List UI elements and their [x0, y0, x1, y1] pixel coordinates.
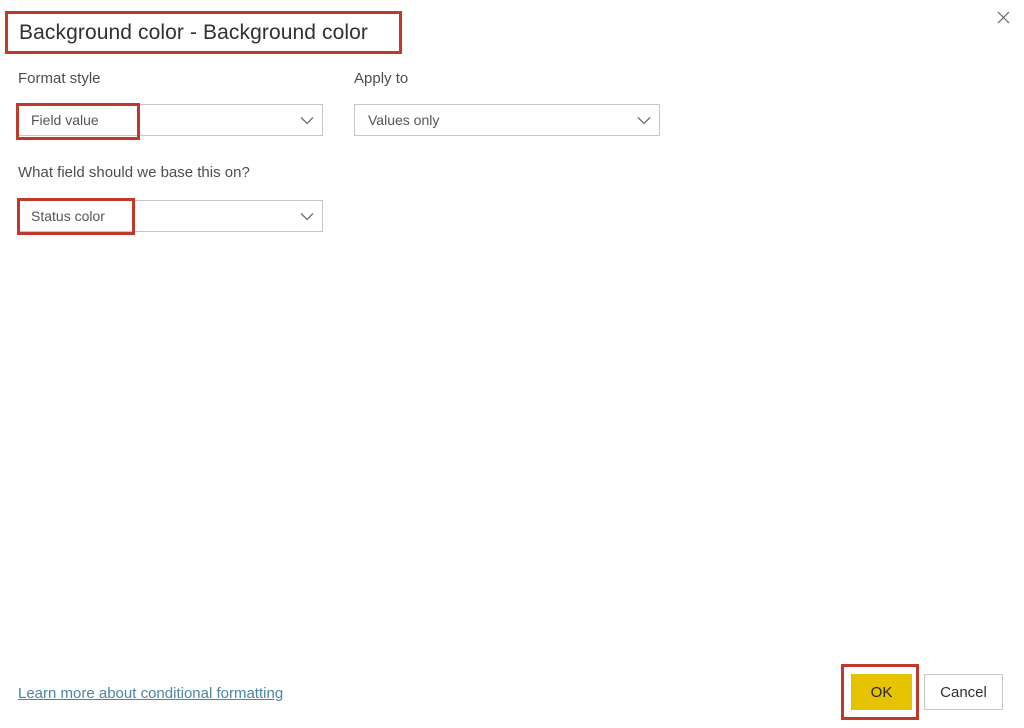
chevron-down-icon: [292, 116, 322, 125]
base-field-value: Status color: [31, 208, 105, 224]
apply-to-label: Apply to: [354, 70, 409, 87]
ok-button[interactable]: OK: [851, 674, 912, 710]
apply-to-select[interactable]: Values only: [354, 104, 660, 136]
page-title: Background color - Background color: [5, 11, 402, 54]
conditional-formatting-dialog: Background color - Background color Form…: [0, 0, 1024, 728]
format-style-label: Format style: [18, 70, 101, 87]
learn-more-link[interactable]: Learn more about conditional formatting: [18, 685, 283, 702]
close-button[interactable]: [986, 2, 1020, 32]
apply-to-value: Values only: [368, 112, 440, 128]
format-style-select[interactable]: Field value: [17, 104, 323, 136]
base-field-label: What field should we base this on?: [18, 164, 250, 181]
format-style-value: Field value: [31, 112, 99, 128]
page-title-text: Background color - Background color: [19, 20, 369, 44]
cancel-button[interactable]: Cancel: [924, 674, 1003, 710]
chevron-down-icon: [629, 116, 659, 125]
close-icon: [997, 11, 1010, 24]
base-field-select[interactable]: Status color: [17, 200, 323, 232]
chevron-down-icon: [292, 212, 322, 221]
